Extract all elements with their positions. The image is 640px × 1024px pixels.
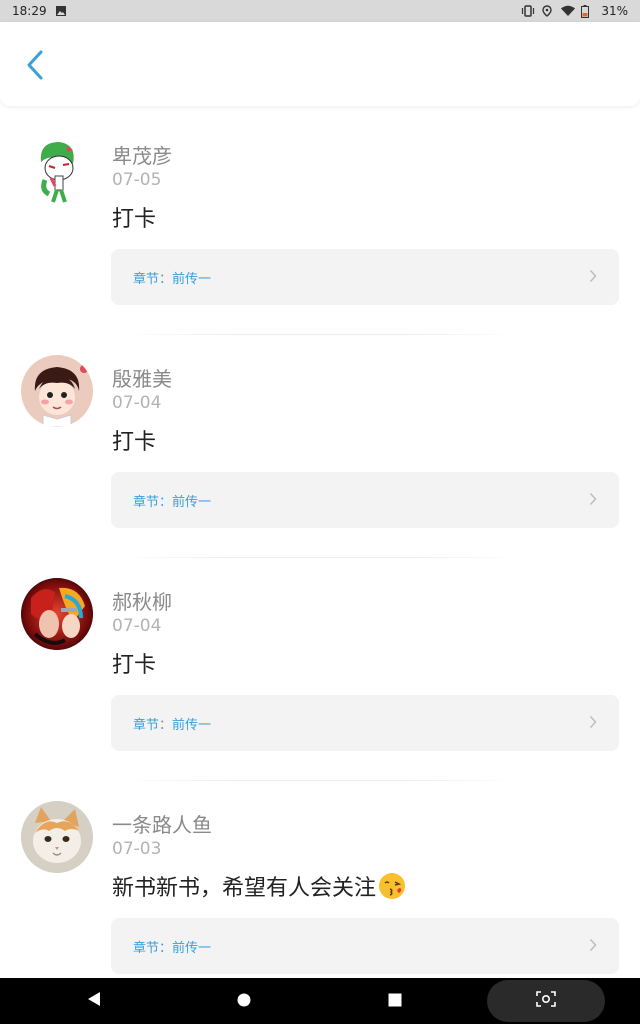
comment-date: 07-04: [112, 393, 162, 413]
comment-item: 卑茂彦 07-05 打卡 章节：前传一: [0, 112, 640, 335]
image-icon: [55, 5, 67, 17]
location-icon: [541, 5, 553, 17]
back-button[interactable]: [20, 50, 50, 84]
chapter-label: 章节：前传一: [133, 940, 212, 956]
nav-recents-button[interactable]: [377, 978, 413, 1024]
commenter-name[interactable]: 殷雅美: [112, 363, 172, 392]
chapter-link[interactable]: 章节：前传一: [111, 249, 619, 305]
header: [0, 22, 640, 106]
commenter-name[interactable]: 郝秋柳: [112, 586, 172, 615]
comment-text-row: 新书新书，希望有人会关注: [112, 870, 406, 902]
home-circle-icon: [237, 992, 251, 1011]
comment-date: 07-05: [112, 170, 162, 190]
comment-item: 殷雅美 07-04 打卡 章节：前传一: [0, 335, 640, 558]
chevron-right-icon: [589, 714, 597, 733]
comment-list: 卑茂彦 07-05 打卡 章节：前传一 殷雅美 07-04 打卡 章节：前传一 …: [0, 112, 640, 1004]
status-left: 18:29: [12, 4, 67, 18]
chevron-right-icon: [589, 491, 597, 510]
chapter-link[interactable]: 章节：前传一: [111, 918, 619, 974]
cartoon-boy-avatar[interactable]: [21, 355, 93, 427]
status-time: 18:29: [12, 4, 47, 18]
commenter-name[interactable]: 一条路人鱼: [112, 809, 212, 838]
chapter-link[interactable]: 章节：前传一: [111, 472, 619, 528]
nav-back-button[interactable]: [76, 978, 112, 1024]
kissing-face-emoji: [378, 872, 406, 900]
comment-text: 打卡: [112, 430, 157, 455]
chapter-label: 章节：前传一: [133, 271, 212, 287]
screenshot-icon: [536, 991, 556, 1011]
screenshot-button[interactable]: [487, 980, 605, 1022]
comment-date: 07-04: [112, 616, 162, 636]
anime-avatar[interactable]: [21, 578, 93, 650]
recents-square-icon: [388, 992, 402, 1011]
screen: 18:29 31% 卑茂彦 07-05 打卡 章节：前传一 殷雅美 07-04 …: [0, 0, 640, 1024]
comment-item: 郝秋柳 07-04 打卡 章节：前传一: [0, 558, 640, 781]
battery-icon: [581, 5, 593, 18]
battery-percent: 31%: [601, 4, 628, 18]
comment-date: 07-03: [112, 839, 162, 859]
chevron-right-icon: [589, 268, 597, 287]
comment-item: 一条路人鱼 07-03 新书新书，希望有人会关注 章节：前传一: [0, 781, 640, 1004]
wifi-icon: [561, 5, 576, 17]
commenter-name[interactable]: 卑茂彦: [112, 140, 172, 169]
status-bar: 18:29 31%: [0, 0, 640, 22]
chapter-link[interactable]: 章节：前传一: [111, 695, 619, 751]
comment-text: 新书新书，希望有人会关注: [112, 876, 377, 901]
navigation-bar: [0, 978, 640, 1024]
chevron-left-icon: [25, 49, 45, 85]
vibrate-icon: [521, 5, 535, 17]
chevron-right-icon: [589, 937, 597, 956]
nav-home-button[interactable]: [226, 978, 262, 1024]
chapter-label: 章节：前传一: [133, 494, 212, 510]
comment-text: 打卡: [112, 207, 157, 232]
comment-text: 打卡: [112, 653, 157, 678]
chapter-label: 章节：前传一: [133, 717, 212, 733]
status-right: 31%: [521, 4, 628, 18]
kitten-avatar[interactable]: [21, 801, 93, 873]
gardevoir-avatar[interactable]: [21, 132, 93, 204]
back-triangle-icon: [87, 991, 101, 1011]
